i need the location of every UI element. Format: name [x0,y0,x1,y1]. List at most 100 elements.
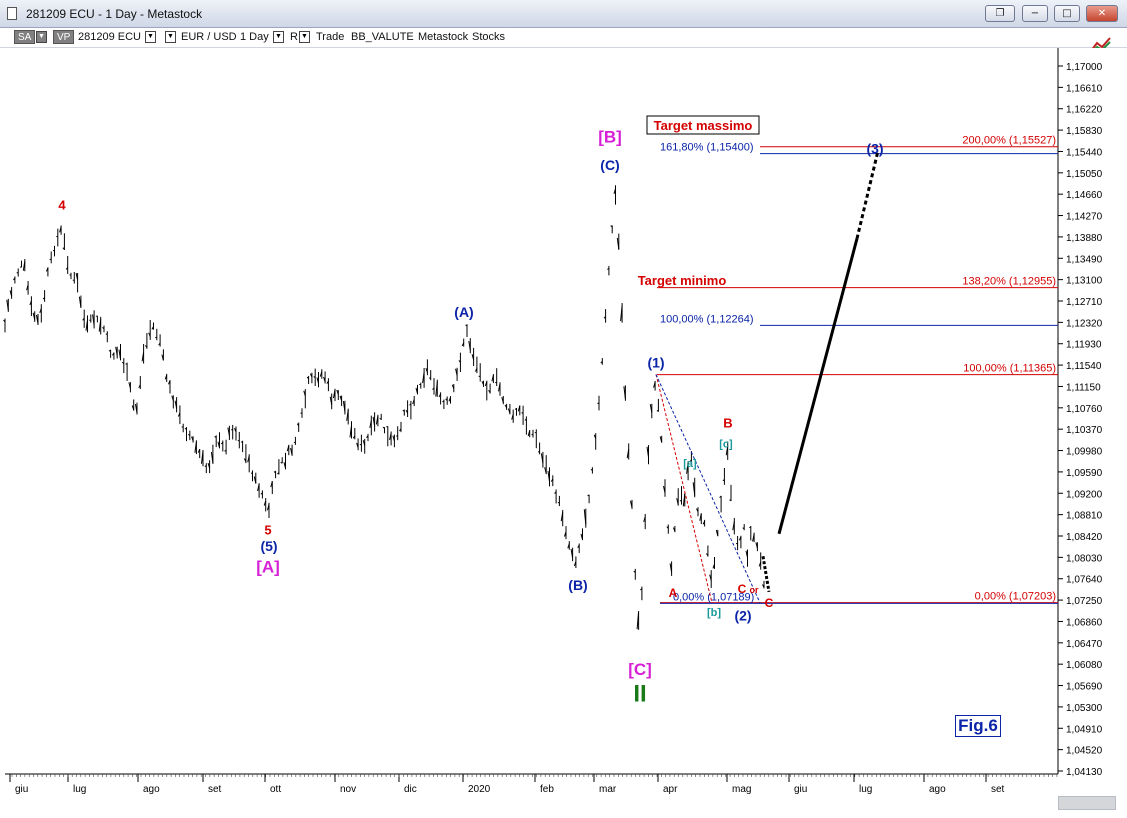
wave-annotation: B [723,416,732,431]
y-tick-label: 1,10760 [1066,404,1103,415]
x-tick-label: ott [270,784,281,795]
fib-level-label: 100,00% (1,12264) [660,313,754,325]
period-dropdown-icon[interactable]: ▼ [273,31,284,43]
wave-annotation: [A] [256,558,280,577]
price-bar-tick [729,499,732,501]
close-button[interactable]: ✕ [1086,5,1118,22]
price-bar-tick [181,426,184,428]
y-tick-label: 1,15440 [1066,147,1103,158]
x-tick-label: set [208,784,222,795]
wave-annotation: [B] [598,128,622,147]
wave-annotation: A [669,586,678,600]
y-tick-label: 1,08420 [1066,532,1103,543]
r-label[interactable]: R [290,30,298,45]
price-bar-tick [240,441,243,443]
trade-label[interactable]: Trade [316,30,344,45]
x-tick-label: nov [340,784,356,795]
y-tick-label: 1,11930 [1066,340,1102,351]
y-tick-label: 1,11150 [1066,382,1101,393]
wave-annotation: 4 [58,198,66,213]
y-tick-label: 1,04910 [1066,724,1103,735]
figure-label: Fig.6 [955,715,1001,737]
symbol-label: 281209 ECU [78,31,141,43]
window-title: 281209 ECU - 1 Day - Metastock [26,7,203,21]
fib-level-label: 138,20% (1,12955) [962,276,1056,288]
wave-annotation: [a] [683,458,697,470]
y-tick-label: 1,09200 [1066,489,1103,500]
price-bar-tick [442,400,445,403]
y-tick-label: 1,13880 [1066,233,1103,244]
wave-annotation: [C] [628,660,652,679]
category-label: Stocks [472,31,506,43]
y-tick-label: 1,14270 [1066,212,1103,223]
window-titlebar: 281209 ECU - 1 Day - Metastock ❐ − □ ✕ [0,0,1127,28]
fib-level-label: 200,00% (1,15527) [962,135,1056,147]
y-tick-label: 1,10370 [1066,425,1103,436]
price-bar-tick [72,279,75,281]
price-bar-tick [16,271,19,274]
x-tick-label: giu [794,784,807,795]
y-tick-label: 1,17000 [1066,62,1103,73]
x-tick-label: giu [15,784,28,795]
wave-annotation: [c] [719,438,733,450]
y-tick-label: 1,06470 [1066,639,1103,650]
y-tick-label: 1,08030 [1066,553,1103,564]
wave-annotation: 5 [264,522,271,537]
y-tick-label: 1,09980 [1066,447,1103,458]
price-chart[interactable]: 1,17000 1,16610 1,16220 1,15830 1,15440 1,150… [0,48,1127,818]
x-tick-label: ago [143,784,160,795]
y-tick-label: 1,07250 [1066,596,1103,607]
symbol-dropdown-icon[interactable]: ▼ [145,31,156,43]
y-tick-label: 1,05300 [1066,703,1103,714]
y-tick-label: 1,16610 [1066,83,1103,94]
y-tick-label: 1,13490 [1066,254,1103,265]
fib-level-label: 161,80% (1,15400) [660,142,754,154]
price-bar-tick [557,501,560,504]
y-tick-label: 1,07640 [1066,575,1103,586]
wave-annotation: or [750,585,759,595]
y-tick-label: 1,16220 [1066,105,1103,116]
y-tick-label: 1,08810 [1066,511,1103,522]
restore-button[interactable]: ❐ [985,5,1015,22]
x-tick-label: ago [929,784,946,795]
wave-annotation: (A) [454,304,473,320]
wave-annotation: (2) [734,607,751,623]
vp-button[interactable]: VP [53,30,75,44]
chart-toolbar: SA ▼ VP 281209 ECU ▼ ▼ EUR / USD 1 Day ▼… [0,28,1127,54]
sa-dropdown-icon[interactable]: ▼ [36,31,47,43]
x-tick-label: mar [599,784,617,795]
x-tick-label: lug [73,784,86,795]
price-bar-tick [52,249,55,252]
sa-button[interactable]: SA [14,30,36,44]
price-bar-tick [465,324,468,327]
wave-annotation: [b] [707,607,721,619]
wave-annotation: (1) [647,354,664,370]
x-tick-label: lug [859,784,872,795]
maximize-button[interactable]: □ [1054,5,1080,22]
indicator-label: BB_VALUTE [351,31,414,43]
wave-annotation: (5) [260,538,277,554]
y-tick-label: 1,05690 [1066,682,1103,693]
minimize-button[interactable]: − [1022,5,1048,22]
pair-dropdown-icon[interactable]: ▼ [165,31,176,43]
y-tick-label: 1,12710 [1066,297,1103,308]
y-tick-label: 1,11540 [1066,361,1102,372]
x-tick-label: feb [540,784,554,795]
x-tick-label: 2020 [468,784,491,795]
source-label: Metastock [418,31,469,43]
price-bar-tick [429,377,431,379]
price-bar-tick [379,418,382,420]
wave-annotation: II [633,680,646,707]
y-tick-label: 1,06860 [1066,617,1103,628]
target-label: Target minimo [638,273,727,288]
period-label: 1 Day [240,31,269,43]
horizontal-scrollbar[interactable] [1058,796,1116,810]
wave-annotation: C [738,582,747,596]
wave-annotation: (C) [600,157,619,173]
r-dropdown-icon[interactable]: ▼ [299,31,310,43]
x-tick-label: set [991,784,1005,795]
wave-annotation: (B) [568,577,587,593]
y-tick-label: 1,12320 [1066,318,1103,329]
y-tick-label: 1,06080 [1066,660,1103,671]
x-tick-label: dic [404,784,417,795]
